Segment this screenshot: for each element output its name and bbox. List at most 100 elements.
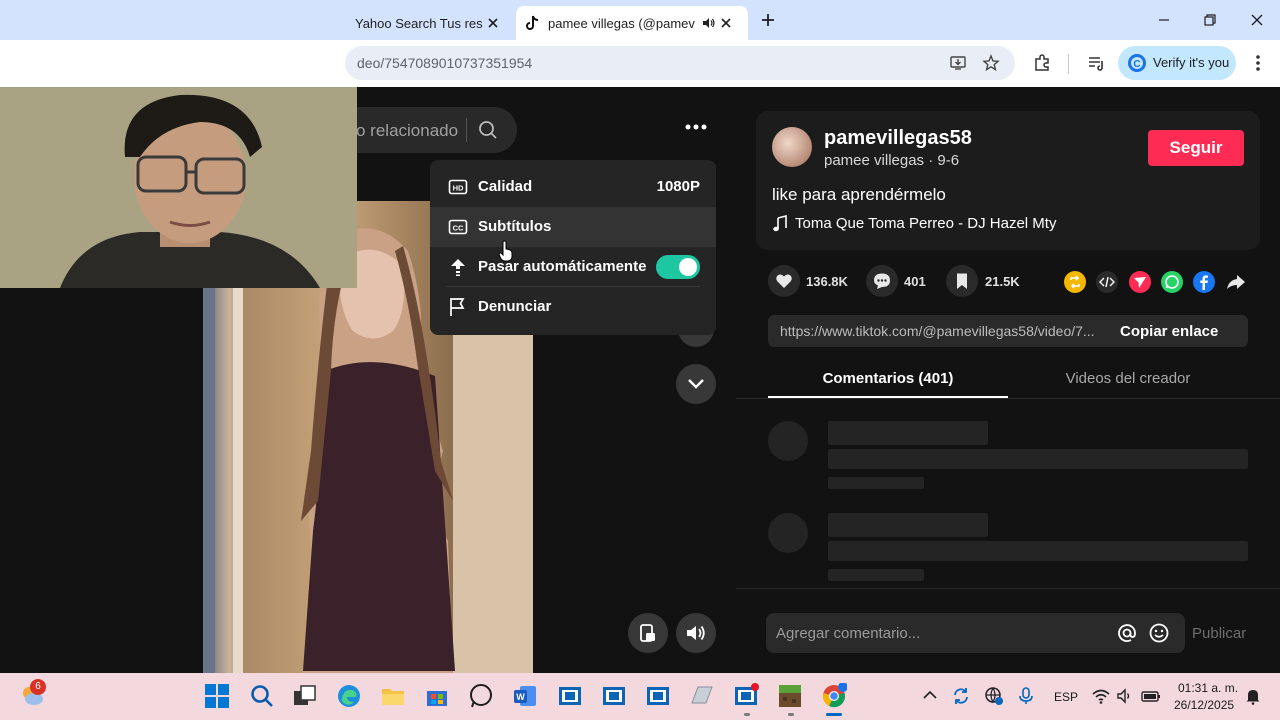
file-explorer-icon[interactable] (380, 683, 406, 709)
new-tab-plus-icon[interactable] (760, 12, 776, 28)
sync-icon[interactable] (951, 686, 971, 706)
extensions-puzzle-icon[interactable] (1032, 53, 1052, 73)
repost-icon[interactable] (1064, 271, 1086, 293)
hd-icon: HD (448, 179, 468, 195)
search-divider (466, 118, 467, 142)
chrome-icon[interactable] (821, 683, 847, 709)
copy-link-button[interactable]: Copiar enlace (1120, 323, 1218, 340)
windows-taskbar: 6 W ESP 01:31 a. m. 26/12/2025 (0, 673, 1280, 720)
comment-input[interactable]: Agregar comentario... (766, 613, 1185, 653)
task-view-icon[interactable] (292, 683, 318, 709)
webcam-image (0, 87, 357, 288)
search-icon[interactable] (478, 120, 498, 140)
save-button[interactable] (946, 265, 978, 297)
snipping-tool-icon[interactable] (689, 683, 715, 709)
wifi-icon[interactable] (1092, 687, 1110, 705)
address-bar[interactable]: deo/7547089010737351954 (345, 46, 1015, 80)
more-menu-button[interactable] (676, 107, 716, 147)
remote-desktop-icon-3[interactable] (645, 683, 671, 709)
publish-button[interactable]: Publicar (1192, 625, 1246, 642)
facebook-icon[interactable] (1193, 271, 1215, 293)
share-arrow-icon[interactable] (1225, 271, 1247, 293)
comment-button[interactable] (866, 265, 898, 297)
close-window-icon[interactable] (1247, 10, 1267, 30)
music-note-icon (773, 215, 787, 232)
word-icon[interactable]: W (512, 683, 538, 709)
emoji-icon[interactable] (1148, 622, 1170, 644)
more-options-icon[interactable] (1250, 53, 1266, 73)
mention-at-icon[interactable] (1116, 622, 1138, 644)
vpn-globe-icon[interactable] (984, 686, 1004, 706)
tab-title: pamee villegas (@pamevilla (548, 15, 695, 31)
close-tab-icon[interactable] (718, 15, 734, 31)
related-search-text: o relacionado (356, 121, 459, 140)
comment-skeleton-avatar (768, 513, 808, 553)
music-title[interactable]: Toma Que Toma Perreo - DJ Hazel Mty (795, 215, 1056, 232)
like-button[interactable] (768, 265, 800, 297)
ellipsis-icon (685, 124, 707, 130)
autoscroll-toggle[interactable] (656, 255, 700, 279)
follow-button[interactable]: Seguir (1148, 130, 1244, 166)
whatsapp-icon[interactable] (1161, 271, 1183, 293)
quality-value: 1080P (656, 178, 700, 195)
minecraft-icon[interactable] (777, 683, 803, 709)
like-count: 136.8K (806, 274, 848, 289)
whatsapp-icon[interactable] (468, 683, 494, 709)
video-link-text[interactable]: https://www.tiktok.com/@pamevillegas58/v… (780, 323, 1115, 339)
audio-playing-icon[interactable] (702, 16, 716, 30)
restore-icon[interactable] (1200, 10, 1220, 30)
menu-item-quality[interactable]: HD Calidad 1080P (430, 167, 716, 207)
volume-button[interactable] (676, 613, 716, 653)
avatar[interactable] (772, 127, 812, 167)
remote-desktop-icon-2[interactable] (601, 683, 627, 709)
tab-comments[interactable]: Comentarios (401) (768, 370, 1008, 387)
menu-item-report[interactable]: Denunciar (430, 287, 716, 327)
toggle-knob (679, 258, 697, 276)
bookmark-star-icon[interactable] (982, 54, 1000, 72)
remote-desktop-icon[interactable] (557, 683, 583, 709)
edge-browser-icon[interactable] (336, 683, 362, 709)
webcam-overlay (0, 87, 357, 288)
url-text[interactable]: deo/7547089010737351954 (357, 55, 532, 71)
microphone-icon[interactable] (1016, 686, 1036, 706)
remote-desktop-icon-4[interactable] (733, 683, 759, 709)
minimize-icon[interactable] (1154, 10, 1174, 30)
search-icon[interactable] (249, 683, 275, 709)
volume-icon (687, 625, 705, 641)
send-to-friends-icon[interactable] (1129, 271, 1151, 293)
notification-bell-icon[interactable] (1244, 687, 1262, 705)
floating-player-button[interactable] (628, 613, 668, 653)
install-app-icon[interactable] (949, 54, 967, 72)
autoscroll-icon (451, 259, 465, 276)
input-language[interactable]: ESP (1054, 690, 1078, 704)
username[interactable]: pamevillegas58 (824, 127, 972, 150)
comment-count: 401 (904, 274, 926, 289)
menu-item-subtitles[interactable]: CC Subtítulos (430, 207, 716, 247)
clock-date[interactable]: 26/12/2025 (1174, 698, 1234, 712)
media-control-icon[interactable] (1086, 53, 1106, 73)
close-tab-icon[interactable] (485, 15, 501, 31)
comment-skeleton-line (828, 569, 924, 581)
weather-widget[interactable]: 6 (18, 679, 46, 709)
video-options-menu: HD Calidad 1080P CC Subtítulos Pasar aut… (430, 160, 716, 335)
battery-icon[interactable] (1140, 687, 1162, 705)
microsoft-store-icon[interactable] (424, 683, 450, 709)
tab-tiktok[interactable]: pamee villegas (@pamevilla (516, 6, 748, 40)
clock-time[interactable]: 01:31 a. m. (1178, 681, 1238, 695)
chevron-up-icon[interactable] (922, 689, 938, 701)
menu-item-autoscroll[interactable]: Pasar automáticamente (430, 247, 716, 287)
save-count: 21.5K (985, 274, 1020, 289)
flag-icon (450, 298, 465, 316)
post-info-card: pamevillegas58 pamee villegas · 9-6 Segu… (756, 111, 1260, 250)
related-search-bar[interactable]: o relacionado (356, 107, 517, 153)
svg-text:C: C (1133, 59, 1140, 70)
embed-icon[interactable] (1096, 271, 1118, 293)
profile-avatar-icon: C (1128, 54, 1146, 72)
tab-yahoo-search[interactable]: Yahoo Search Tus resul (345, 6, 515, 40)
comment-skeleton-line (828, 541, 1248, 561)
verify-identity-button[interactable]: C Verify it's you (1118, 46, 1236, 80)
speaker-icon[interactable] (1116, 687, 1134, 705)
tab-creator-videos[interactable]: Videos del creador (1008, 370, 1248, 387)
windows-start-icon[interactable] (204, 683, 230, 709)
next-video-button[interactable] (676, 364, 716, 404)
